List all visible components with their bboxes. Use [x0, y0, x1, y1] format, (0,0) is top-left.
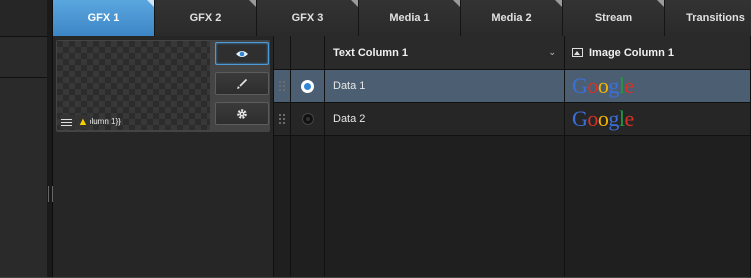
- tab-corner-icon: [657, 0, 664, 7]
- tab-corner-icon: [555, 0, 562, 7]
- text-cell[interactable]: Data 1: [325, 70, 565, 103]
- drag-handle-icon[interactable]: [274, 70, 291, 103]
- edit-button[interactable]: [215, 72, 269, 95]
- column-header-label: Text Column 1: [333, 46, 408, 59]
- tab-corner-icon: [147, 0, 154, 7]
- arrow-up-icon[interactable]: ▲: [76, 115, 90, 129]
- tab-label: GFX 1: [87, 12, 120, 24]
- tab-label: GFX 2: [189, 12, 222, 24]
- empty-column: [291, 136, 325, 278]
- google-logo: Google: [572, 106, 634, 131]
- radio-selected-icon[interactable]: [301, 79, 314, 93]
- table-empty-area: [274, 136, 751, 278]
- empty-column: [325, 136, 565, 278]
- tab-gfx-1[interactable]: GFX 1: [53, 0, 155, 36]
- column-header-text[interactable]: Text Column 1 ⌄: [325, 36, 565, 70]
- tab-media-2[interactable]: Media 2: [461, 0, 563, 36]
- radio-unselected-icon[interactable]: [301, 113, 314, 125]
- tab-gfx-3[interactable]: GFX 3: [257, 0, 359, 36]
- settings-button[interactable]: [215, 102, 269, 125]
- tab-corner-icon: [249, 0, 256, 7]
- tab-stream[interactable]: Stream: [563, 0, 665, 36]
- empty-column: [565, 136, 751, 278]
- tab-bar: GFX 1 GFX 2 GFX 3 Media 1 Media 2 Stream…: [53, 0, 751, 37]
- preview-thumbnail[interactable]: olumn 1}} ▲: [57, 41, 210, 130]
- graphics-preview-panel: olumn 1}} ▲: [53, 36, 274, 278]
- tab-transitions[interactable]: Transitions: [665, 0, 751, 36]
- column-header-image[interactable]: Image Column 1: [565, 36, 751, 70]
- row-select-radio[interactable]: [291, 70, 325, 103]
- brush-icon: [237, 78, 248, 89]
- list-icon[interactable]: [60, 115, 74, 129]
- left-panel-header: [0, 0, 47, 37]
- tab-label: Media 2: [491, 12, 532, 24]
- image-icon: [572, 48, 583, 57]
- preview-box: olumn 1}} ▲: [56, 40, 270, 132]
- tab-gfx-2[interactable]: GFX 2: [155, 0, 257, 36]
- tab-label: Stream: [594, 12, 633, 24]
- left-panel: [0, 0, 48, 278]
- row-select-radio[interactable]: [291, 103, 325, 136]
- table-row[interactable]: Data 2 Google: [274, 103, 751, 136]
- eye-icon: [236, 50, 248, 57]
- gear-icon: [237, 108, 247, 119]
- header-select-cell: [291, 36, 325, 70]
- preview-toggle-button[interactable]: [215, 42, 269, 65]
- text-cell[interactable]: Data 2: [325, 103, 565, 136]
- table-header: Text Column 1 ⌄ Image Column 1: [274, 36, 751, 70]
- column-header-label: Image Column 1: [589, 46, 674, 59]
- left-panel-row: [0, 37, 47, 78]
- preview-overlay-text: olumn 1}}: [87, 117, 121, 126]
- drag-handle-icon[interactable]: [274, 103, 291, 136]
- tab-media-1[interactable]: Media 1: [359, 0, 461, 36]
- table-row[interactable]: Data 1 Google: [274, 70, 751, 103]
- image-cell[interactable]: Google: [565, 70, 751, 103]
- tab-label: GFX 3: [291, 12, 324, 24]
- tab-corner-icon: [453, 0, 460, 7]
- google-logo: Google: [572, 73, 634, 98]
- tab-label: Media 1: [389, 12, 430, 24]
- tab-corner-icon: [351, 0, 358, 7]
- tab-label: Transitions: [686, 12, 745, 24]
- empty-column: [274, 136, 291, 278]
- header-drag-cell: [274, 36, 291, 70]
- chevron-down-icon[interactable]: ⌄: [548, 47, 556, 58]
- data-table: Text Column 1 ⌄ Image Column 1 Data 1 Go…: [274, 36, 751, 278]
- image-cell[interactable]: Google: [565, 103, 751, 136]
